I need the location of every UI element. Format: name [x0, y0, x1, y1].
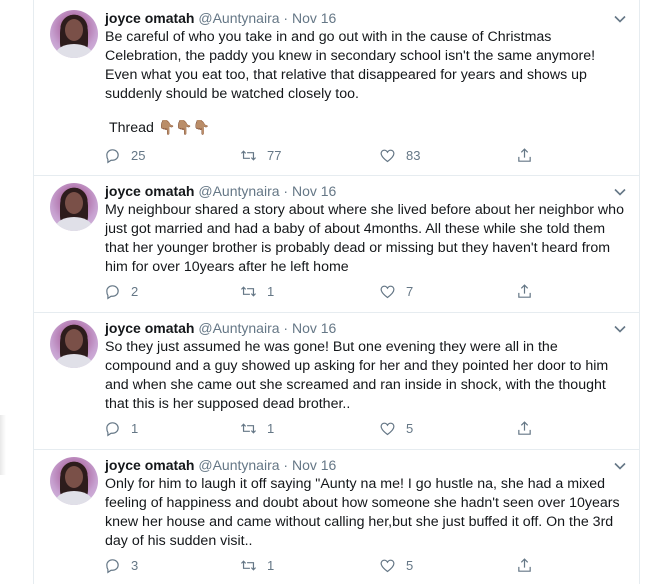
- tweet-header: joyce omatah @Auntynaira · Nov 16: [105, 9, 336, 27]
- share-button[interactable]: [516, 281, 533, 301]
- retweet-icon: [240, 422, 257, 434]
- tweet-header: joyce omatah @Auntynaira · Nov 16: [105, 319, 336, 337]
- share-icon: [518, 283, 531, 298]
- retweet-button[interactable]: 1: [240, 281, 274, 301]
- author-name[interactable]: joyce omatah: [105, 10, 194, 26]
- tweet-actions: 3 1 5: [104, 555, 544, 575]
- retweet-icon: [240, 559, 257, 571]
- retweet-button[interactable]: 77: [240, 145, 281, 165]
- share-button[interactable]: [516, 555, 533, 575]
- tweet-actions: 1 1 5: [104, 418, 544, 438]
- caret-down-icon[interactable]: [613, 459, 627, 473]
- reply-button[interactable]: 25: [104, 145, 145, 165]
- retweet-count: 1: [267, 283, 275, 299]
- tweet-text: So they just assumed he was gone! But on…: [105, 339, 613, 412]
- caret-down-icon[interactable]: [613, 322, 627, 336]
- author-name[interactable]: joyce omatah: [105, 183, 194, 199]
- separator: ·: [283, 320, 289, 336]
- reply-button[interactable]: 1: [104, 418, 138, 438]
- retweet-icon: [240, 285, 257, 297]
- like-icon: [380, 149, 395, 162]
- like-button[interactable]: 83: [379, 145, 420, 165]
- retweet-count: 1: [267, 420, 275, 436]
- avatar[interactable]: [50, 10, 98, 58]
- reply-icon: [106, 148, 119, 163]
- avatar[interactable]: [50, 320, 98, 368]
- thread-text: Thread: [109, 120, 154, 136]
- share-icon: [518, 420, 531, 435]
- tweet[interactable]: joyce omatah @Auntynaira · Nov 16 My nei…: [34, 175, 639, 313]
- like-icon: [380, 285, 395, 298]
- like-button[interactable]: 5: [379, 555, 413, 575]
- retweet-count: 77: [267, 147, 282, 163]
- retweet-button[interactable]: 1: [240, 418, 274, 438]
- share-button[interactable]: [516, 145, 533, 165]
- author-handle[interactable]: @Auntynaira: [198, 320, 279, 336]
- retweet-count: 1: [267, 557, 275, 573]
- caret-down-icon[interactable]: [613, 185, 627, 199]
- reply-count: 25: [131, 147, 146, 163]
- retweet-icon: [240, 149, 257, 161]
- window-edge-shadow: [0, 415, 6, 475]
- tweet-date[interactable]: Nov 16: [292, 10, 336, 26]
- tweet-text: Only for him to laugh it off saying "Aun…: [105, 476, 624, 549]
- author-name[interactable]: joyce omatah: [105, 320, 194, 336]
- tweet[interactable]: joyce omatah @Auntynaira · Nov 16 Only f…: [34, 449, 639, 584]
- retweet-button[interactable]: 1: [240, 555, 274, 575]
- tweet-actions: 25 77 83: [104, 145, 544, 165]
- tweet-text: Be careful of who you take in and go out…: [105, 29, 600, 102]
- reply-icon: [106, 284, 119, 299]
- like-button[interactable]: 7: [379, 281, 413, 301]
- point-down-emoji: 👇🏽👇🏽👇🏽: [157, 119, 211, 135]
- author-handle[interactable]: @Auntynaira: [198, 457, 279, 473]
- author-handle[interactable]: @Auntynaira: [198, 10, 279, 26]
- separator: ·: [283, 10, 289, 26]
- like-count: 5: [406, 420, 414, 436]
- caret-down-icon[interactable]: [613, 12, 627, 26]
- share-button[interactable]: [516, 418, 533, 438]
- like-button[interactable]: 5: [379, 418, 413, 438]
- tweet-header: joyce omatah @Auntynaira · Nov 16: [105, 182, 336, 200]
- share-icon: [518, 557, 531, 572]
- tweet-date[interactable]: Nov 16: [292, 183, 336, 199]
- tweet-thread: joyce omatah @Auntynaira · Nov 16 Be car…: [33, 0, 640, 584]
- reply-icon: [106, 421, 119, 436]
- separator: ·: [283, 457, 289, 473]
- thread-label: Thread 👇🏽👇🏽👇🏽: [109, 118, 210, 138]
- reply-icon: [106, 558, 119, 573]
- like-icon: [380, 422, 395, 435]
- author-handle[interactable]: @Auntynaira: [198, 183, 279, 199]
- author-name[interactable]: joyce omatah: [105, 457, 194, 473]
- like-icon: [380, 559, 395, 572]
- reply-button[interactable]: 3: [104, 555, 138, 575]
- tweet[interactable]: joyce omatah @Auntynaira · Nov 16 So the…: [34, 312, 639, 450]
- reply-button[interactable]: 2: [104, 281, 138, 301]
- tweet-header: joyce omatah @Auntynaira · Nov 16: [105, 456, 336, 474]
- tweet-date[interactable]: Nov 16: [292, 320, 336, 336]
- like-count: 5: [406, 557, 414, 573]
- like-count: 7: [406, 283, 414, 299]
- reply-count: 1: [131, 420, 139, 436]
- share-icon: [518, 147, 531, 162]
- reply-count: 2: [131, 283, 139, 299]
- reply-count: 3: [131, 557, 139, 573]
- tweet-text: My neighbour shared a story about where …: [105, 202, 628, 275]
- tweet-date[interactable]: Nov 16: [292, 457, 336, 473]
- like-count: 83: [406, 147, 421, 163]
- tweet-actions: 2 1 7: [104, 281, 544, 301]
- avatar[interactable]: [50, 457, 98, 505]
- avatar[interactable]: [50, 183, 98, 231]
- tweet[interactable]: joyce omatah @Auntynaira · Nov 16 Be car…: [34, 0, 639, 176]
- separator: ·: [283, 183, 289, 199]
